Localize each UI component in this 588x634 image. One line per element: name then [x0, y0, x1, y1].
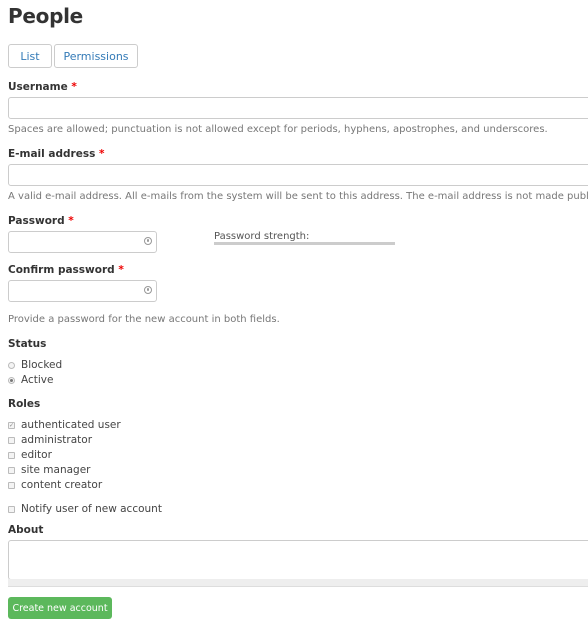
status-label: Status: [8, 338, 47, 350]
email-input[interactable]: [8, 164, 588, 186]
checkbox[interactable]: [8, 481, 15, 489]
radio-button[interactable]: [8, 376, 15, 384]
checkbox[interactable]: [8, 466, 15, 474]
required-marker: *: [71, 81, 77, 93]
role-authenticated-user: ✓ authenticated user: [8, 419, 121, 431]
required-marker: *: [98, 148, 105, 160]
notify-user-option[interactable]: Notify user of new account: [8, 503, 162, 515]
username-label: Username *: [8, 81, 77, 93]
status-option-active[interactable]: Active: [8, 374, 53, 386]
page-title: People: [8, 4, 83, 28]
option-label: site manager: [21, 464, 91, 476]
username-label-text: Username: [8, 81, 68, 93]
role-editor[interactable]: editor: [8, 449, 52, 461]
status-option-blocked[interactable]: Blocked: [8, 359, 62, 371]
checkbox[interactable]: [8, 436, 15, 444]
create-account-button[interactable]: Create new account: [8, 597, 112, 619]
confirm-password-input[interactable]: [8, 280, 157, 302]
password-manager-icon[interactable]: [144, 237, 152, 245]
email-label: E-mail address *: [8, 148, 104, 160]
role-site-manager[interactable]: site manager: [8, 464, 91, 476]
option-label: administrator: [21, 434, 93, 446]
tabs: List Permissions: [8, 44, 138, 68]
option-label: Active: [21, 374, 54, 386]
password-strength-label: Password strength:: [214, 231, 310, 242]
about-label: About: [8, 524, 44, 536]
about-textarea[interactable]: [8, 540, 588, 580]
password-label-text: Password: [8, 215, 65, 227]
username-help: Spaces are allowed; punctuation is not a…: [8, 124, 548, 135]
password-help: Provide a password for the new account i…: [8, 314, 280, 325]
password-manager-icon[interactable]: [144, 286, 152, 294]
password-input[interactable]: [8, 231, 157, 253]
option-label: authenticated user: [21, 419, 121, 431]
email-help: A valid e-mail address. All e-mails from…: [8, 191, 588, 202]
checkbox[interactable]: [8, 505, 15, 513]
role-content-creator[interactable]: content creator: [8, 479, 102, 491]
option-label: content creator: [21, 479, 103, 491]
required-marker: *: [118, 264, 124, 276]
tab-list[interactable]: List: [8, 44, 52, 68]
username-input[interactable]: [8, 97, 588, 119]
radio-button[interactable]: [8, 361, 15, 369]
role-administrator[interactable]: administrator: [8, 434, 92, 446]
required-marker: *: [68, 215, 74, 227]
option-label: editor: [21, 449, 52, 461]
confirm-password-label-text: Confirm password: [8, 264, 115, 276]
checkbox-checked: ✓: [8, 421, 15, 429]
password-strength-bar: [214, 242, 395, 245]
confirm-password-label: Confirm password *: [8, 264, 124, 276]
textarea-resize-handle[interactable]: [8, 579, 588, 587]
password-label: Password *: [8, 215, 74, 227]
tab-permissions[interactable]: Permissions: [54, 44, 138, 68]
option-label: Notify user of new account: [21, 503, 162, 515]
option-label: Blocked: [21, 359, 63, 371]
email-label-text: E-mail address: [8, 148, 96, 160]
roles-label: Roles: [8, 398, 41, 410]
checkbox[interactable]: [8, 451, 15, 459]
